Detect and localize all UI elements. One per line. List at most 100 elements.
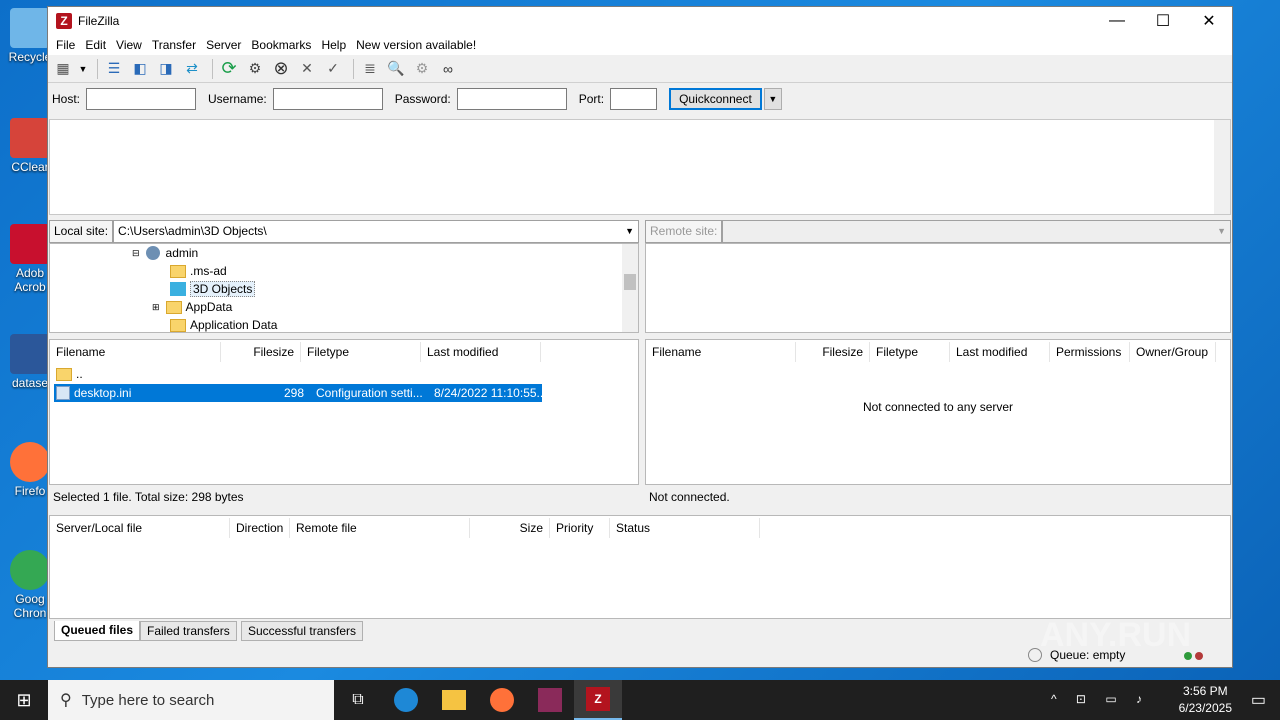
taskbar-clock[interactable]: 3:56 PM 6/23/2025 bbox=[1179, 683, 1232, 717]
toggle-transfer-queue-icon[interactable]: ⇄ bbox=[181, 58, 203, 80]
column-permissions[interactable]: Permissions bbox=[1050, 342, 1130, 362]
not-connected-message: Not connected to any server bbox=[862, 400, 1014, 414]
collapse-icon[interactable]: ⊟ bbox=[132, 248, 140, 259]
remote-file-list[interactable]: Filename Filesize Filetype Last modified… bbox=[645, 339, 1231, 485]
search-icon[interactable]: 🔍 bbox=[385, 58, 407, 80]
column-remote-file[interactable]: Remote file bbox=[290, 518, 470, 538]
remote-site-bar: Remote site: ▼ bbox=[645, 219, 1231, 243]
disconnect-icon[interactable]: ✕ bbox=[296, 58, 318, 80]
folder-icon bbox=[170, 318, 186, 332]
column-last-modified[interactable]: Last modified bbox=[421, 342, 541, 362]
chevron-down-icon[interactable]: ▼ bbox=[625, 221, 634, 242]
maximize-button[interactable]: ☐ bbox=[1140, 7, 1186, 35]
desktop-icon-recycle-bin[interactable]: Recycle bbox=[8, 8, 52, 64]
menu-edit[interactable]: Edit bbox=[80, 38, 111, 52]
local-tree[interactable]: ⊟ admin .ms-ad 3D Objects ⊞ AppData Appl… bbox=[49, 243, 639, 333]
windows-start-icon[interactable]: ⊞ bbox=[0, 680, 48, 720]
sync-browsing-icon[interactable]: ⚙ bbox=[411, 58, 433, 80]
firefox-taskbar-icon[interactable] bbox=[478, 680, 526, 720]
desktop-icon-firefox[interactable]: Firefo bbox=[8, 442, 52, 498]
toggle-remote-tree-icon[interactable]: ◨ bbox=[155, 58, 177, 80]
close-button[interactable]: ✕ bbox=[1186, 7, 1232, 35]
menu-server[interactable]: Server bbox=[201, 38, 246, 52]
column-filename[interactable]: Filename bbox=[50, 342, 221, 362]
site-manager-icon[interactable]: ▦ bbox=[52, 58, 74, 80]
toggle-local-tree-icon[interactable]: ◧ bbox=[129, 58, 151, 80]
quickconnect-button[interactable]: Quickconnect bbox=[669, 88, 762, 110]
edge-icon[interactable] bbox=[382, 680, 430, 720]
file-explorer-icon[interactable] bbox=[430, 680, 478, 720]
tab-failed-transfers[interactable]: Failed transfers bbox=[140, 621, 237, 641]
column-last-modified[interactable]: Last modified bbox=[950, 342, 1050, 362]
winrar-icon[interactable] bbox=[526, 680, 574, 720]
column-priority[interactable]: Priority bbox=[550, 518, 610, 538]
desktop-icon-label: CClear bbox=[11, 160, 49, 174]
chevron-down-icon[interactable]: ▼ bbox=[1217, 221, 1226, 242]
task-view-icon[interactable]: ⧉ bbox=[334, 680, 382, 720]
system-tray-icons[interactable]: ^ ⊡ ▭ ♪ bbox=[1051, 692, 1150, 706]
tab-successful-transfers[interactable]: Successful transfers bbox=[241, 621, 364, 641]
taskbar-search[interactable]: ⚲ Type here to search bbox=[48, 680, 334, 720]
cancel-operation-icon[interactable]: ⊗ bbox=[270, 58, 292, 80]
expand-icon[interactable]: ⊞ bbox=[152, 302, 160, 313]
tree-item-admin[interactable]: ⊟ admin bbox=[132, 244, 198, 262]
host-label: Host: bbox=[52, 92, 81, 106]
window-title: FileZilla bbox=[78, 14, 120, 28]
quickconnect-dropdown-icon[interactable]: ▼ bbox=[763, 88, 782, 110]
tree-item-ms-ad[interactable]: .ms-ad bbox=[170, 262, 227, 280]
column-owner-group[interactable]: Owner/Group bbox=[1130, 342, 1216, 362]
scrollbar-thumb[interactable] bbox=[624, 274, 636, 290]
dropdown-arrow-icon[interactable]: ▼ bbox=[78, 58, 88, 80]
tree-item-application-data[interactable]: Application Data bbox=[170, 316, 277, 332]
desktop-icon-chrome[interactable]: Goog Chron bbox=[8, 550, 52, 620]
column-filesize[interactable]: Filesize bbox=[796, 342, 870, 362]
column-filesize[interactable]: Filesize bbox=[221, 342, 301, 362]
file-row-desktop-ini[interactable]: desktop.ini 298 Configuration setti... 8… bbox=[54, 384, 542, 402]
process-queue-icon[interactable]: ⚙ bbox=[244, 58, 266, 80]
column-filename[interactable]: Filename bbox=[646, 342, 796, 362]
message-log[interactable] bbox=[49, 119, 1231, 215]
desktop-icon-dataset[interactable]: datase bbox=[8, 334, 52, 390]
port-label: Port: bbox=[578, 92, 605, 106]
directory-filter-icon[interactable]: ≣ bbox=[359, 58, 381, 80]
local-path-text: C:\Users\admin\3D Objects\ bbox=[118, 223, 267, 238]
column-status[interactable]: Status bbox=[610, 518, 760, 538]
remote-tree[interactable] bbox=[645, 243, 1231, 333]
tree-scrollbar[interactable] bbox=[622, 244, 638, 332]
tree-item-appdata[interactable]: ⊞ AppData bbox=[152, 298, 232, 316]
menu-help[interactable]: Help bbox=[316, 38, 351, 52]
reconnect-icon[interactable]: ✓ bbox=[322, 58, 344, 80]
port-input[interactable] bbox=[610, 88, 658, 110]
transfer-queue[interactable]: Server/Local file Direction Remote file … bbox=[49, 515, 1231, 619]
filezilla-taskbar-icon[interactable]: Z bbox=[574, 680, 622, 720]
log-scrollbar[interactable] bbox=[1214, 120, 1230, 214]
tab-queued-files[interactable]: Queued files bbox=[54, 621, 141, 641]
host-input[interactable] bbox=[86, 88, 197, 110]
local-path-field[interactable]: C:\Users\admin\3D Objects\ ▼ bbox=[113, 219, 639, 243]
toggle-message-log-icon[interactable]: ☰ bbox=[103, 58, 125, 80]
username-input[interactable] bbox=[272, 88, 383, 110]
menu-bookmarks[interactable]: Bookmarks bbox=[246, 38, 316, 52]
remote-path-field[interactable]: ▼ bbox=[722, 219, 1231, 243]
column-filetype[interactable]: Filetype bbox=[301, 342, 421, 362]
notification-icon[interactable]: ▭ bbox=[1251, 690, 1266, 710]
find-files-icon[interactable]: ∞ bbox=[437, 58, 459, 80]
refresh-icon[interactable]: ⟳ bbox=[218, 58, 240, 80]
tree-item-3d-objects[interactable]: 3D Objects bbox=[170, 280, 256, 298]
desktop-icon-acrobat[interactable]: Adob Acrob bbox=[8, 224, 52, 294]
column-filetype[interactable]: Filetype bbox=[870, 342, 950, 362]
file-row-parent[interactable]: .. bbox=[56, 365, 83, 383]
local-file-list[interactable]: Filename Filesize Filetype Last modified… bbox=[49, 339, 639, 485]
password-input[interactable] bbox=[456, 88, 567, 110]
filezilla-window: Z FileZilla — ☐ ✕ File Edit View Transfe… bbox=[47, 6, 1233, 668]
menu-transfer[interactable]: Transfer bbox=[147, 38, 201, 52]
column-server-local-file[interactable]: Server/Local file bbox=[50, 518, 230, 538]
menu-file[interactable]: File bbox=[51, 38, 80, 52]
title-bar[interactable]: Z FileZilla — ☐ ✕ bbox=[48, 7, 1232, 35]
menu-view[interactable]: View bbox=[111, 38, 147, 52]
column-direction[interactable]: Direction bbox=[230, 518, 290, 538]
column-size[interactable]: Size bbox=[470, 518, 550, 538]
minimize-button[interactable]: — bbox=[1094, 7, 1140, 35]
desktop-icon-ccleaner[interactable]: CClear bbox=[8, 118, 52, 174]
menu-new-version[interactable]: New version available! bbox=[351, 38, 481, 52]
